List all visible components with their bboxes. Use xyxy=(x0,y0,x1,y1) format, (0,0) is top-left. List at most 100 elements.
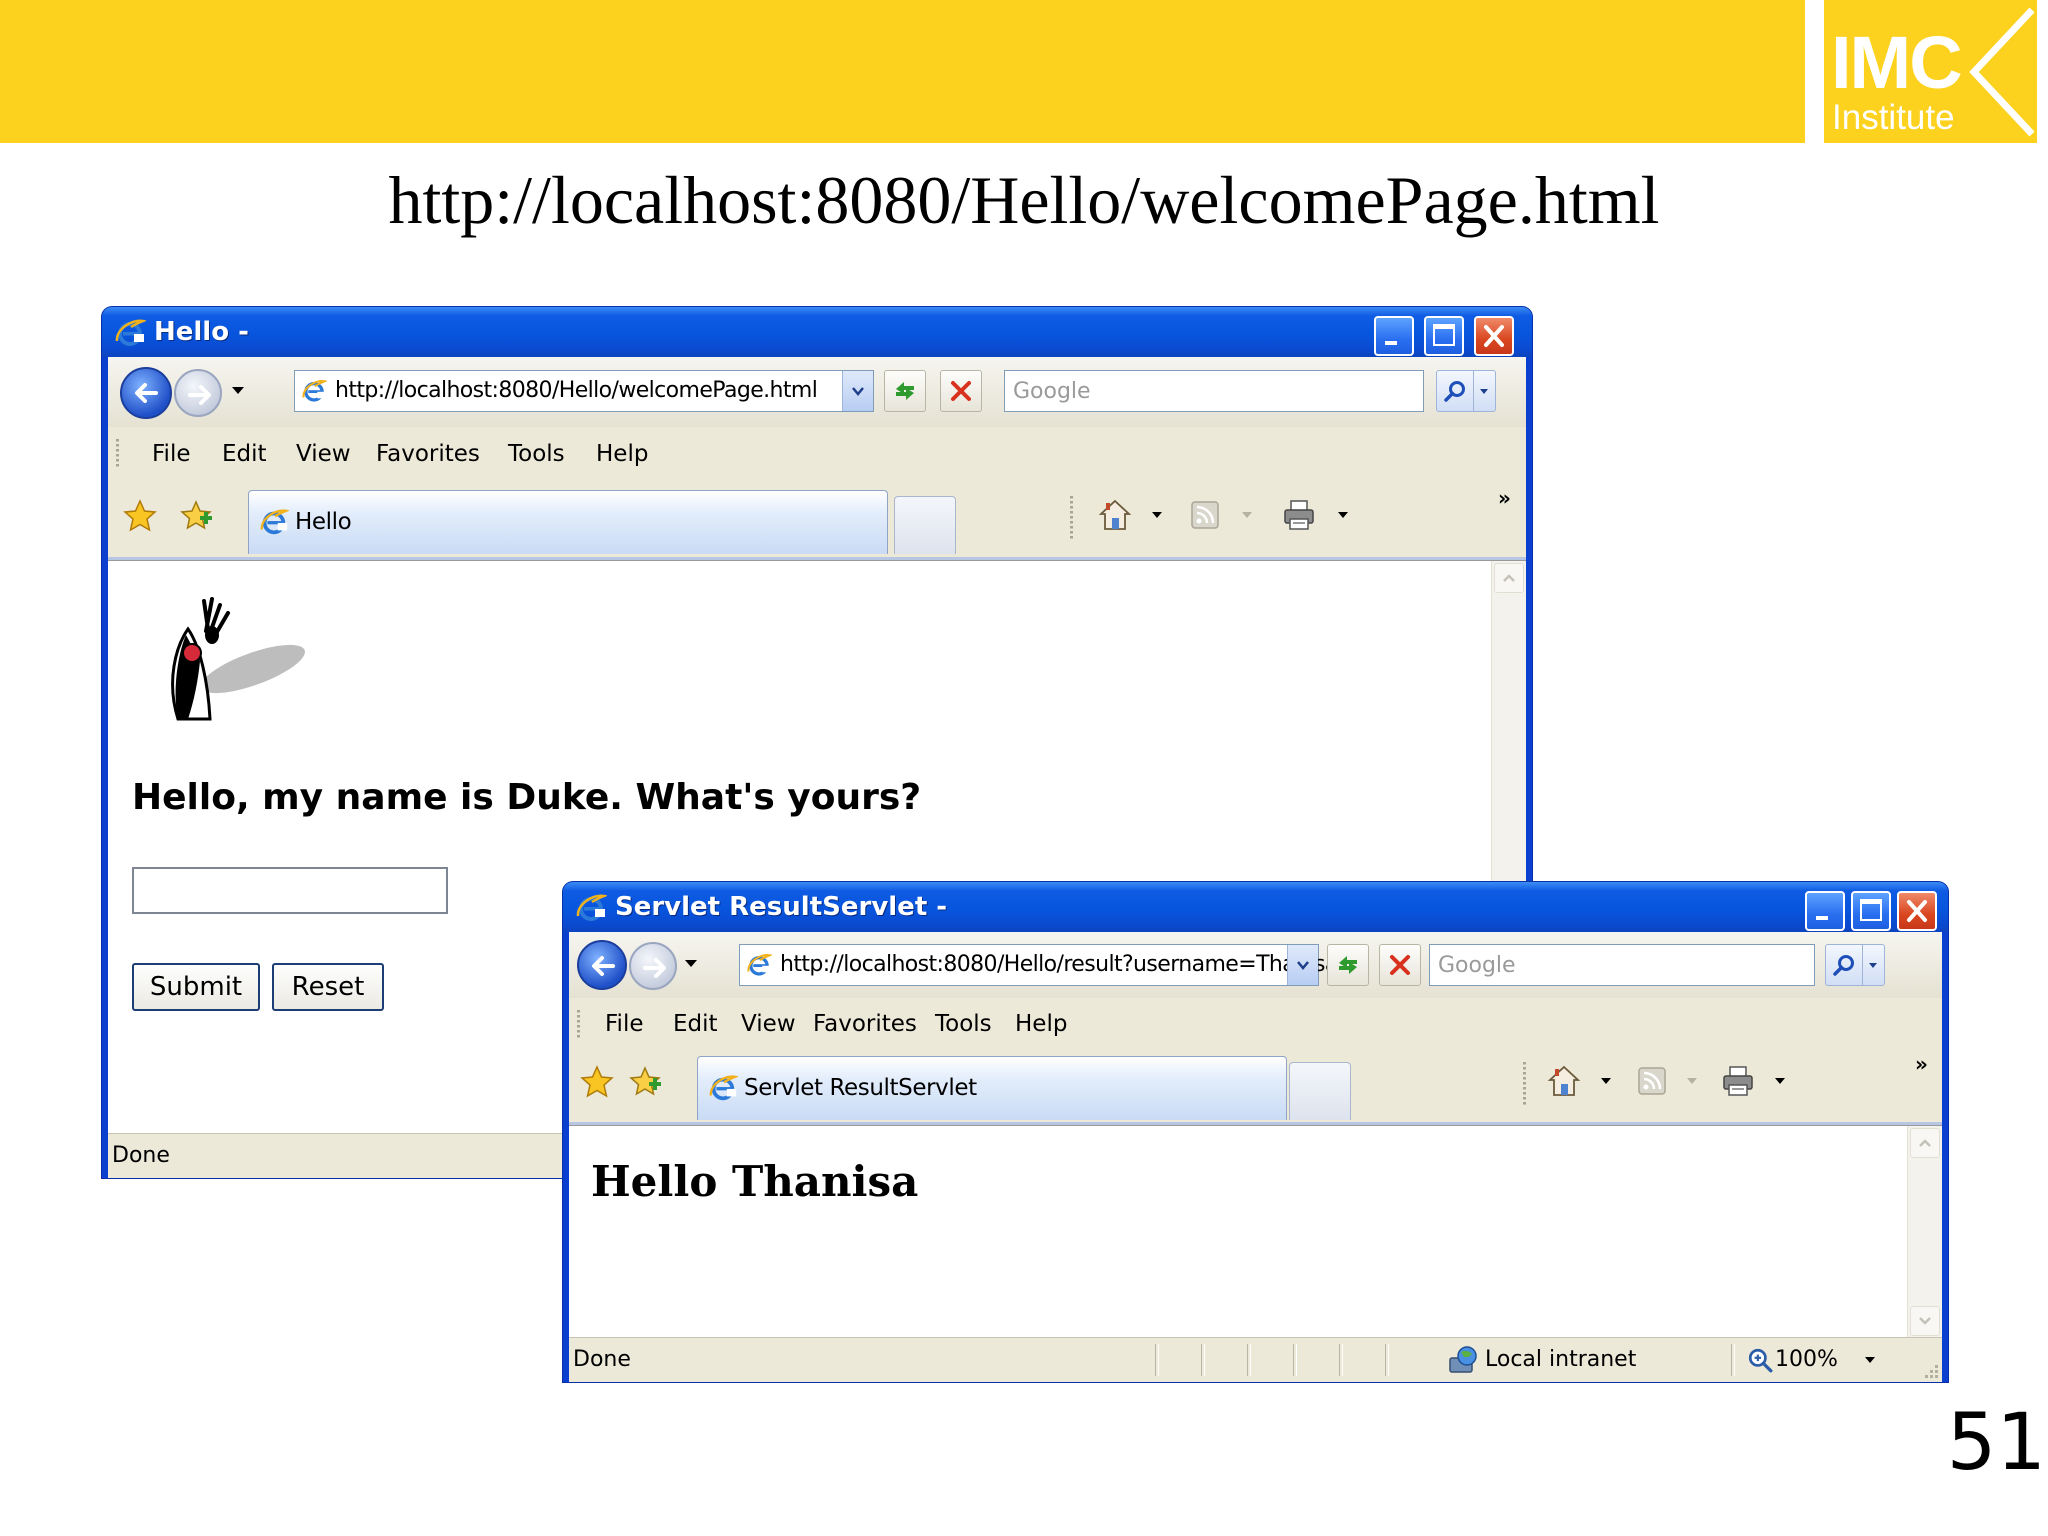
menu-file[interactable]: File xyxy=(152,440,191,468)
tab-servlet-resultservlet[interactable]: Servlet ResultServlet xyxy=(697,1056,1287,1120)
page-content: Hello Thanisa xyxy=(569,1125,1942,1338)
menu-tools[interactable]: Tools xyxy=(508,440,565,468)
security-zone-label[interactable]: Local intranet xyxy=(1485,1346,1636,1374)
home-dropdown[interactable] xyxy=(1601,1078,1611,1084)
tab-title: Hello xyxy=(295,509,352,535)
print-button[interactable] xyxy=(1721,1064,1755,1098)
forward-arrow-icon xyxy=(639,952,671,984)
minimize-icon xyxy=(1376,318,1412,354)
chevron-down-icon xyxy=(1867,959,1879,971)
feeds-dropdown[interactable] xyxy=(1687,1078,1697,1084)
address-dropdown-button[interactable] xyxy=(842,371,873,411)
forward-button[interactable] xyxy=(174,369,222,417)
home-button[interactable] xyxy=(1547,1064,1581,1098)
print-dropdown[interactable] xyxy=(1338,512,1348,518)
close-button[interactable] xyxy=(1474,316,1514,356)
refresh-icon xyxy=(892,378,918,404)
favorites-center-button[interactable] xyxy=(122,498,158,534)
add-favorite-button[interactable] xyxy=(180,498,216,534)
menu-view[interactable]: View xyxy=(741,1010,796,1038)
new-tab-button[interactable] xyxy=(894,496,956,554)
add-favorite-button[interactable] xyxy=(629,1064,665,1100)
forward-arrow-icon xyxy=(184,379,216,411)
back-button[interactable] xyxy=(577,940,627,990)
refresh-icon xyxy=(1335,952,1361,978)
search-options-button[interactable] xyxy=(1474,370,1496,412)
address-bar[interactable]: http://localhost:8080/Hello/result?usern… xyxy=(739,944,1338,986)
menu-edit[interactable]: Edit xyxy=(673,1010,718,1038)
refresh-button[interactable] xyxy=(1327,944,1369,986)
favorites-center-button[interactable] xyxy=(579,1064,615,1100)
tab-ie-icon xyxy=(708,1073,738,1103)
ie-logo-icon xyxy=(114,317,146,349)
menu-grip xyxy=(577,1010,580,1040)
stop-button[interactable] xyxy=(940,370,982,412)
maximize-icon xyxy=(1853,893,1889,929)
home-button[interactable] xyxy=(1098,498,1132,532)
minimize-button[interactable] xyxy=(1805,891,1845,931)
name-input[interactable] xyxy=(132,867,448,914)
feeds-dropdown[interactable] xyxy=(1242,512,1252,518)
recent-pages-dropdown[interactable] xyxy=(685,960,697,967)
tab-hello[interactable]: Hello xyxy=(248,490,888,554)
print-dropdown[interactable] xyxy=(1775,1078,1785,1084)
feeds-button[interactable] xyxy=(1635,1064,1669,1098)
reset-button[interactable]: Reset xyxy=(272,963,384,1011)
home-dropdown[interactable] xyxy=(1152,512,1162,518)
feeds-button[interactable] xyxy=(1188,498,1222,532)
scroll-down-icon xyxy=(1917,1314,1933,1328)
toolbar-overflow-chevron[interactable]: » xyxy=(1915,1052,1928,1076)
maximize-button[interactable] xyxy=(1424,316,1464,356)
tab-ie-icon xyxy=(259,507,289,537)
logo-chevron-icon xyxy=(1969,7,2035,137)
forward-button[interactable] xyxy=(629,942,677,990)
window-body: http://localhost:8080/Hello/result?usern… xyxy=(569,932,1942,1382)
scroll-up-button[interactable] xyxy=(1910,1128,1940,1158)
submit-button[interactable]: Submit xyxy=(132,963,260,1011)
menu-view[interactable]: View xyxy=(296,440,351,468)
menu-favorites[interactable]: Favorites xyxy=(813,1010,917,1038)
scroll-down-button[interactable] xyxy=(1910,1306,1940,1336)
search-options-button[interactable] xyxy=(1863,944,1885,986)
status-divider xyxy=(1385,1344,1389,1376)
zoom-magnifier-icon xyxy=(1747,1347,1773,1373)
title-bar[interactable]: Hello - xyxy=(102,307,1532,357)
menu-favorites[interactable]: Favorites xyxy=(376,440,480,468)
chevron-down-icon xyxy=(850,383,866,399)
address-toolbar: http://localhost:8080/Hello/result?usern… xyxy=(569,932,1942,999)
close-icon xyxy=(1476,318,1512,354)
menu-bar: File Edit View Favorites Tools Help xyxy=(569,998,1942,1051)
resize-grip-icon[interactable] xyxy=(1920,1360,1940,1380)
refresh-button[interactable] xyxy=(884,370,926,412)
maximize-button[interactable] xyxy=(1851,891,1891,931)
address-bar[interactable]: http://localhost:8080/Hello/welcomePage.… xyxy=(294,370,874,412)
status-divider xyxy=(1201,1344,1205,1376)
stop-button[interactable] xyxy=(1379,944,1421,986)
minimize-icon xyxy=(1807,893,1843,929)
search-button[interactable] xyxy=(1436,370,1474,412)
search-button[interactable] xyxy=(1825,944,1863,986)
recent-pages-dropdown[interactable] xyxy=(232,387,244,394)
stop-icon xyxy=(1387,952,1413,978)
logo-text-institute: Institute xyxy=(1832,98,1955,137)
print-button[interactable] xyxy=(1282,498,1316,532)
status-text: Done xyxy=(573,1347,631,1372)
zoom-dropdown[interactable] xyxy=(1865,1357,1875,1363)
toolbar-overflow-chevron[interactable]: » xyxy=(1498,486,1511,510)
menu-file[interactable]: File xyxy=(605,1010,644,1038)
zoom-level[interactable]: 100% xyxy=(1775,1346,1838,1374)
address-dropdown-button[interactable] xyxy=(1287,945,1318,985)
close-button[interactable] xyxy=(1897,891,1937,931)
menu-edit[interactable]: Edit xyxy=(222,440,267,468)
menu-tools[interactable]: Tools xyxy=(935,1010,992,1038)
vertical-scrollbar[interactable] xyxy=(1907,1126,1942,1338)
scroll-up-button[interactable] xyxy=(1494,563,1524,593)
menu-help[interactable]: Help xyxy=(1015,1010,1067,1038)
menu-help[interactable]: Help xyxy=(596,440,648,468)
minimize-button[interactable] xyxy=(1374,316,1414,356)
back-button[interactable] xyxy=(120,367,172,419)
search-box[interactable]: Google xyxy=(1429,944,1815,986)
search-box[interactable]: Google xyxy=(1004,370,1424,412)
new-tab-button[interactable] xyxy=(1289,1062,1351,1120)
title-bar[interactable]: Servlet ResultServlet - xyxy=(563,882,1948,932)
